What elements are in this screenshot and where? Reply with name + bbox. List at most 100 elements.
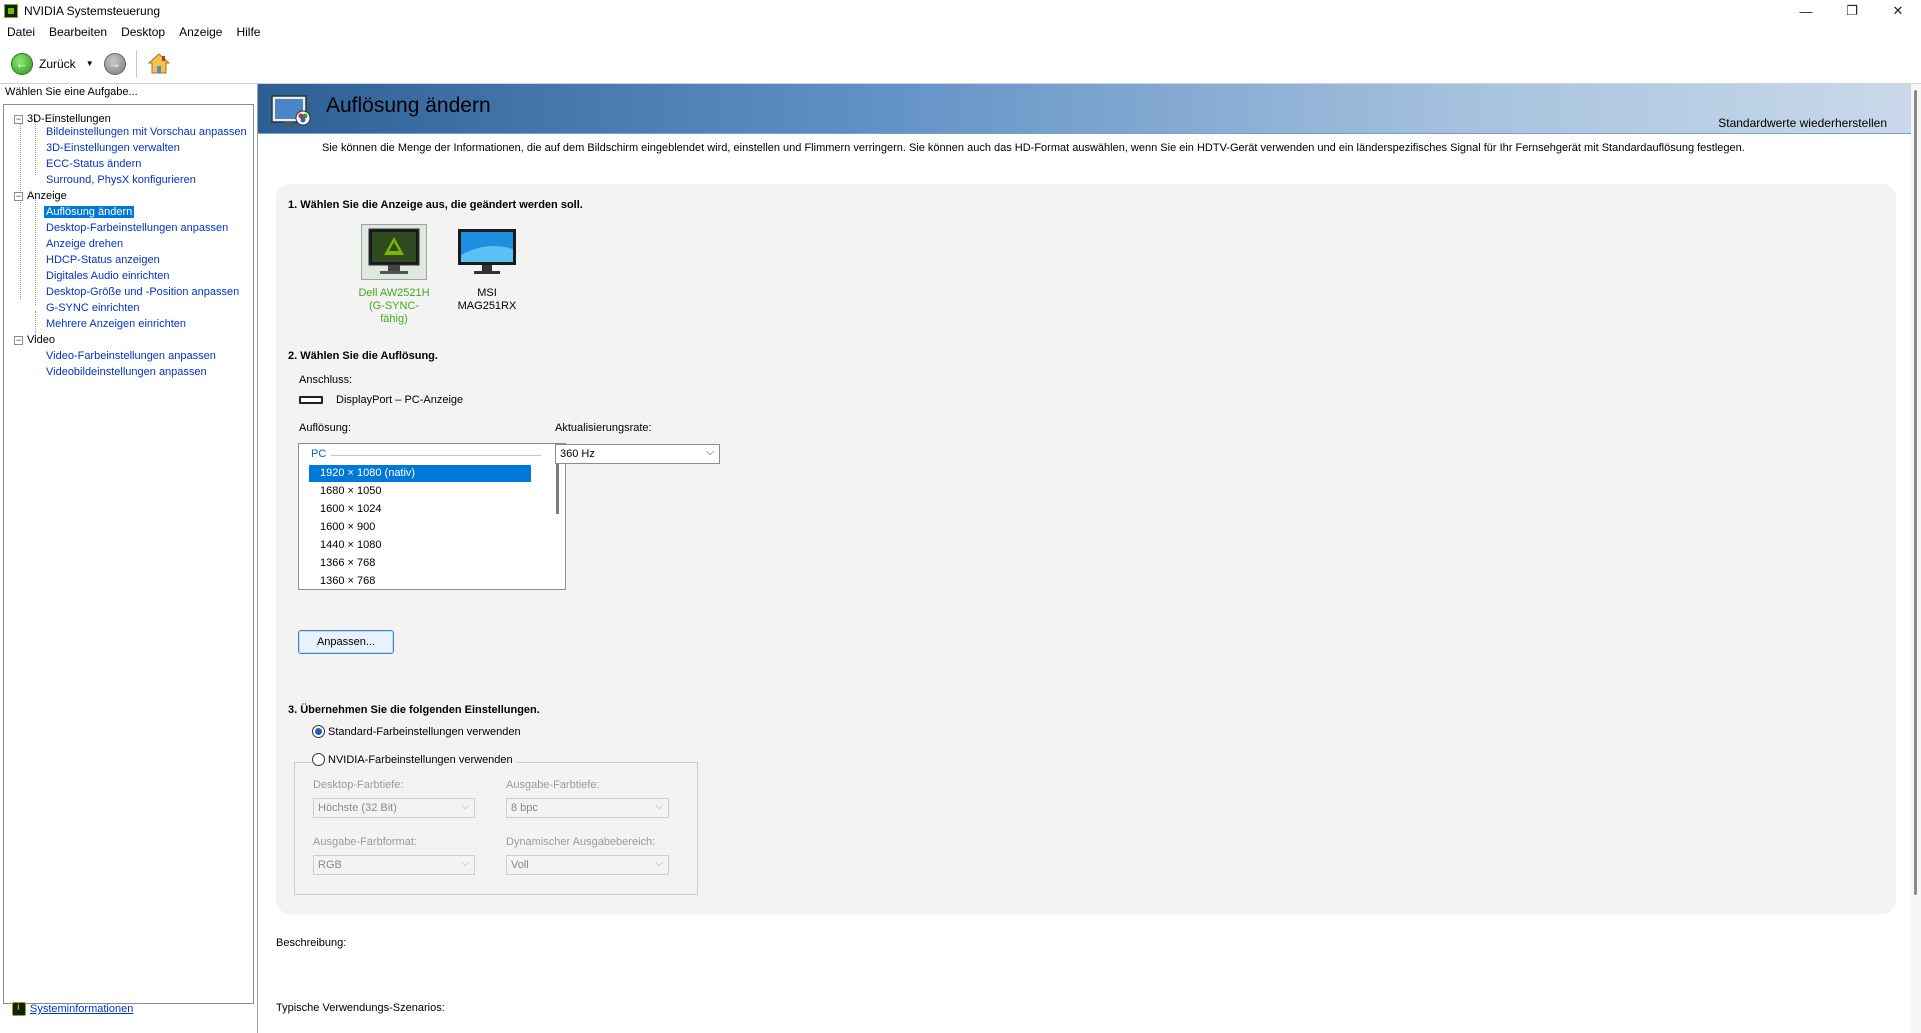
back-history-dropdown-icon[interactable]: ▼	[86, 59, 94, 68]
resolution-option[interactable]: 1920 × 1080 (nativ)	[309, 465, 531, 482]
dynamic-range-label: Dynamischer Ausgabebereich:	[506, 836, 656, 848]
display-msi[interactable]: MSI MAG251RX	[451, 224, 523, 313]
resolution-option[interactable]: 1360 × 768	[309, 573, 531, 589]
tree-category-anzeige[interactable]: − Anzeige	[14, 190, 67, 202]
tree-line	[20, 119, 21, 299]
output-format-value: RGB	[318, 859, 342, 871]
sidebar-item-groesse[interactable]: Desktop-Größe und -Position anpassen	[46, 286, 239, 298]
menu-datei[interactable]: Datei	[0, 25, 42, 39]
scrollbar-thumb[interactable]	[1914, 90, 1917, 895]
sidebar-item-hdcp[interactable]: HDCP-Status anzeigen	[46, 254, 160, 266]
scenarios-label: Typische Verwendungs-Szenarios:	[276, 1002, 445, 1014]
resolution-option[interactable]: 1440 × 1080	[309, 537, 531, 554]
step2-title: 2. Wählen Sie die Auflösung.	[288, 350, 438, 362]
output-depth-select[interactable]: 8 bpc ⌵	[506, 798, 669, 818]
display-resolution-icon	[270, 92, 314, 130]
resolution-listbox[interactable]: PC 1920 × 1080 (nativ) 1680 × 1050 1600 …	[298, 443, 566, 590]
resolution-option[interactable]: 1600 × 1024	[309, 501, 531, 518]
sidebar-item-ecc[interactable]: ECC-Status ändern	[46, 158, 141, 170]
resolution-option[interactable]: 1366 × 768	[309, 555, 531, 572]
connection-label: Anschluss:	[299, 374, 353, 386]
window-title: NVIDIA Systemsteuerung	[24, 4, 161, 18]
main-scrollbar[interactable]	[1911, 84, 1921, 1033]
resolution-group-label: PC	[311, 448, 327, 460]
sidebar-item-3d-verwalten[interactable]: 3D-Einstellungen verwalten	[46, 142, 180, 154]
sidebar-item-aufloesung[interactable]: Auflösung ändern	[44, 206, 135, 218]
nvidia-logo-icon	[4, 4, 18, 18]
collapse-icon[interactable]: −	[14, 114, 23, 124]
display-dell[interactable]: Dell AW2521H (G-SYNC-fähig)	[358, 224, 430, 326]
menu-bar: Datei Bearbeiten Desktop Anzeige Hilfe	[0, 22, 1921, 42]
sidebar-item-video-farbe[interactable]: Video-Farbeinstellungen anpassen	[46, 350, 216, 362]
description-label: Beschreibung:	[276, 937, 347, 949]
monitor-icon	[368, 228, 420, 274]
system-info-link[interactable]: Systeminformationen	[30, 1003, 133, 1015]
menu-anzeige[interactable]: Anzeige	[172, 25, 229, 39]
sidebar-item-bildeinstellungen[interactable]: Bildeinstellungen mit Vorschau anpassen	[46, 126, 247, 138]
resolution-option[interactable]: 1600 × 900	[309, 519, 531, 536]
output-format-label: Ausgabe-Farbformat:	[313, 836, 417, 848]
step1-title: 1. Wählen Sie die Anzeige aus, die geänd…	[288, 199, 583, 211]
resolution-option[interactable]: 1680 × 1050	[309, 483, 531, 500]
task-sidebar: Wählen Sie eine Aufgabe... − 3D-Einstell…	[0, 84, 258, 1033]
radio-dot-on[interactable]	[312, 725, 325, 738]
displayport-icon	[299, 396, 323, 404]
resolution-scrollbar[interactable]	[556, 460, 559, 514]
back-arrow-icon[interactable]: ←	[11, 52, 33, 75]
customize-button[interactable]: Anpassen...	[298, 630, 394, 654]
close-button[interactable]: ✕	[1875, 0, 1921, 22]
chevron-down-icon: ⌵	[655, 858, 663, 869]
menu-bearbeiten[interactable]: Bearbeiten	[42, 25, 114, 39]
chevron-down-icon: ⌵	[706, 447, 714, 458]
display-dell-frame[interactable]	[361, 224, 427, 280]
restore-defaults-link[interactable]: Standardwerte wiederherstellen	[1718, 116, 1887, 130]
chevron-down-icon: ⌵	[461, 858, 469, 869]
system-info[interactable]: Systeminformationen	[12, 1002, 133, 1016]
minimize-button[interactable]: —	[1783, 0, 1829, 22]
radio-dot-off[interactable]	[312, 753, 325, 766]
sidebar-item-drehen[interactable]: Anzeige drehen	[46, 238, 123, 250]
forward-arrow-icon[interactable]: →	[103, 52, 126, 75]
tree-category-video[interactable]: − Video	[14, 334, 55, 346]
maximize-button[interactable]: ❐	[1829, 0, 1875, 22]
display-msi-frame[interactable]	[454, 224, 520, 280]
collapse-icon[interactable]: −	[14, 335, 23, 345]
dynamic-range-value: Voll	[511, 859, 529, 871]
sidebar-item-videobild[interactable]: Videobildeinstellungen anpassen	[46, 366, 207, 378]
sidebar-item-audio[interactable]: Digitales Audio einrichten	[46, 270, 170, 282]
output-format-select[interactable]: RGB ⌵	[313, 855, 475, 875]
toolbar: ← Zurück ▼ →	[0, 44, 1921, 84]
sidebar-item-mehrere[interactable]: Mehrere Anzeigen einrichten	[46, 318, 186, 330]
tree-line	[35, 119, 36, 175]
intro-text: Sie können die Menge der Informationen, …	[322, 142, 1745, 154]
sidebar-item-gsync[interactable]: G-SYNC einrichten	[46, 302, 140, 314]
task-tree: − 3D-Einstellungen Bildeinstellungen mit…	[3, 104, 254, 1004]
display-name: Dell AW2521H	[358, 287, 430, 299]
sidebar-item-desktop-farbe[interactable]: Desktop-Farbeinstellungen anpassen	[46, 222, 228, 234]
tree-category-label: Video	[27, 334, 55, 346]
output-depth-value: 8 bpc	[511, 802, 538, 814]
group-divider	[331, 455, 541, 456]
tree-category-label: 3D-Einstellungen	[27, 113, 111, 125]
menu-desktop[interactable]: Desktop	[114, 25, 172, 39]
desktop-depth-select[interactable]: Höchste (32 Bit) ⌵	[313, 798, 475, 818]
system-info-icon	[12, 1002, 26, 1016]
connection-value: DisplayPort – PC-Anzeige	[336, 394, 464, 406]
tree-category-label: Anzeige	[27, 190, 67, 202]
back-button[interactable]: Zurück	[39, 57, 76, 71]
display-msi-label: MSI MAG251RX	[451, 287, 523, 313]
radio-default-colors[interactable]: Standard-Farbeinstellungen verwenden	[312, 725, 521, 738]
chevron-down-icon: ⌵	[655, 801, 663, 812]
menu-hilfe[interactable]: Hilfe	[229, 25, 267, 39]
display-dell-label: Dell AW2521H (G-SYNC-fähig)	[358, 287, 430, 326]
window-controls: — ❐ ✕	[1783, 0, 1921, 22]
sidebar-item-surround[interactable]: Surround, PhysX konfigurieren	[46, 174, 196, 186]
home-icon[interactable]	[147, 52, 171, 76]
collapse-icon[interactable]: −	[14, 191, 23, 201]
refresh-rate-select[interactable]: 360 Hz ⌵	[555, 444, 720, 464]
dynamic-range-select[interactable]: Voll ⌵	[506, 855, 669, 875]
refresh-rate-value: 360 Hz	[560, 448, 595, 460]
settings-panel: 1. Wählen Sie die Anzeige aus, die geänd…	[276, 184, 1896, 914]
tree-category-3d[interactable]: − 3D-Einstellungen	[14, 113, 111, 125]
radio-nvidia-colors[interactable]: NVIDIA-Farbeinstellungen verwenden	[312, 753, 517, 766]
